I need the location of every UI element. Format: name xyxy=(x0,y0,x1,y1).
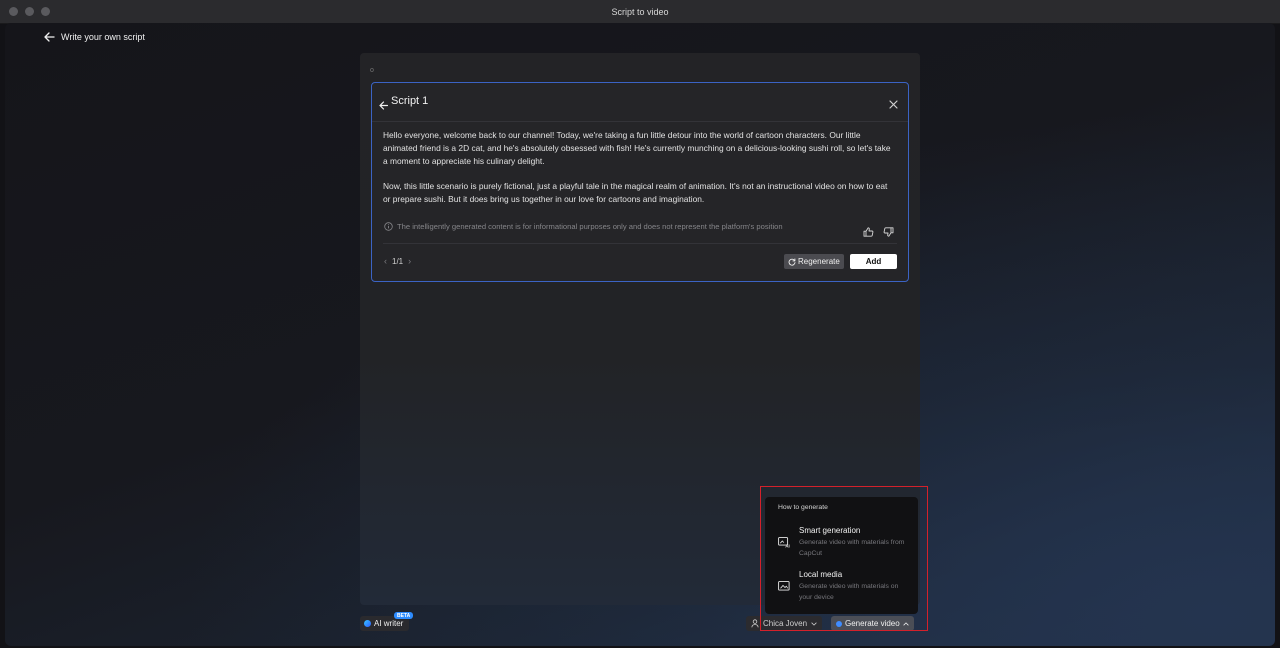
chevron-up-icon xyxy=(903,621,909,626)
smart-generation-title: Smart generation xyxy=(799,526,861,535)
close-window-button[interactable] xyxy=(9,7,18,16)
add-button[interactable]: Add xyxy=(850,254,897,269)
close-icon[interactable] xyxy=(889,96,898,114)
script-card-header: Script 1 xyxy=(372,83,908,122)
beta-badge: BETA xyxy=(394,612,414,619)
pager-count: 1/1 xyxy=(392,256,404,266)
window-title: Script to video xyxy=(611,6,669,17)
feedback-buttons xyxy=(863,224,894,242)
refresh-icon xyxy=(788,257,796,266)
generate-label: Generate video xyxy=(845,619,900,628)
local-media-icon xyxy=(778,579,791,597)
back-button[interactable]: Write your own script xyxy=(44,32,145,42)
script-paragraph: Now, this little scenario is purely fict… xyxy=(383,180,888,204)
voice-label: Chica Joven xyxy=(763,619,808,628)
info-icon xyxy=(384,222,393,231)
generate-icon xyxy=(836,620,842,627)
regenerate-button[interactable]: Regenerate xyxy=(784,254,844,269)
chevron-left-icon[interactable]: ‹ xyxy=(384,256,387,266)
generate-menu-title: How to generate xyxy=(778,504,828,511)
disclaimer-text: The intelligently generated content is f… xyxy=(397,222,783,231)
smart-generation-option[interactable]: AI Smart generation Generate video with … xyxy=(765,525,918,563)
smart-generation-description: Generate video with materials from CapCu… xyxy=(799,539,905,557)
minimize-window-button[interactable] xyxy=(25,7,34,16)
person-icon xyxy=(751,619,759,628)
script-paragraph: Hello everyone, welcome back to our chan… xyxy=(383,130,891,166)
chevron-right-icon[interactable]: › xyxy=(408,256,411,266)
pager: ‹ 1/1 › xyxy=(384,256,411,266)
regenerate-label: Regenerate xyxy=(798,257,840,266)
back-label: Write your own script xyxy=(61,32,145,42)
card-back-icon[interactable] xyxy=(379,97,389,115)
svg-text:AI: AI xyxy=(785,544,790,548)
smart-generation-icon: AI xyxy=(778,535,791,553)
generate-menu: How to generate AI Smart generation Gene… xyxy=(765,497,918,614)
script-title: Script 1 xyxy=(391,95,429,107)
script-card: Script 1 Hello everyone, welcome back to… xyxy=(371,82,909,282)
ai-writer-icon xyxy=(364,620,371,627)
ai-writer-label: AI writer xyxy=(374,619,404,628)
thumbs-down-icon[interactable] xyxy=(883,224,894,242)
generate-video-button[interactable]: Generate video xyxy=(831,616,914,631)
local-media-description: Generate video with materials on your de… xyxy=(799,583,899,601)
local-media-option[interactable]: Local media Generate video with material… xyxy=(765,569,918,607)
local-media-title: Local media xyxy=(799,570,843,579)
maximize-window-button[interactable] xyxy=(41,7,50,16)
arrow-left-icon xyxy=(44,32,55,42)
voice-select[interactable]: Chica Joven xyxy=(746,616,823,631)
divider xyxy=(383,243,897,244)
script-text[interactable]: Hello everyone, welcome back to our chan… xyxy=(383,129,895,218)
window-controls xyxy=(9,7,50,16)
editor-cursor-text: o xyxy=(370,67,374,74)
thumbs-up-icon[interactable] xyxy=(863,224,874,242)
disclaimer: The intelligently generated content is f… xyxy=(384,222,783,231)
title-bar: Script to video xyxy=(0,0,1280,24)
chevron-down-icon xyxy=(811,621,817,626)
